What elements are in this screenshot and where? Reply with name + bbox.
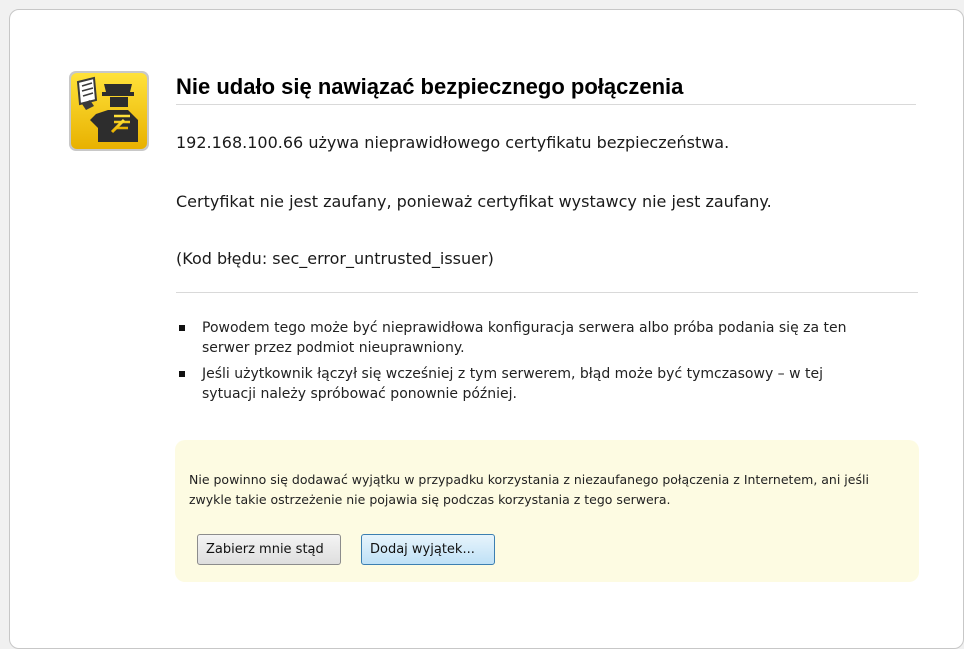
list-item: Jeśli użytkownik łączył się wcześniej z … <box>178 364 878 404</box>
section-divider <box>176 292 918 293</box>
untrusted-reason-message: Certyfikat nie jest zaufany, ponieważ ce… <box>176 192 772 211</box>
bullet-icon <box>179 325 185 331</box>
technical-advisory-panel: Nie powinno się dodawać wyjątku w przypa… <box>175 440 919 582</box>
advisory-text: Nie powinno się dodawać wyjątku w przypa… <box>189 472 869 507</box>
list-item-text: Powodem tego może być nieprawidłowa konf… <box>202 320 847 356</box>
add-exception-button[interactable]: Dodaj wyjątek... <box>361 534 495 565</box>
host-certificate-message: 192.168.100.66 używa nieprawidłowego cer… <box>176 133 730 152</box>
get-me-out-button[interactable]: Zabierz mnie stąd <box>197 534 341 565</box>
explanation-list: Powodem tego może być nieprawidłowa konf… <box>178 318 878 410</box>
browser-page: Nie udało się nawiązać bezpiecznego połą… <box>0 0 964 649</box>
bullet-icon <box>179 371 185 377</box>
error-code: (Kod błędu: sec_error_untrusted_issuer) <box>176 249 494 268</box>
security-officer-warning-icon <box>69 71 149 151</box>
page-title: Nie udało się nawiązać bezpiecznego połą… <box>176 74 916 105</box>
list-item-text: Jeśli użytkownik łączył się wcześniej z … <box>202 366 824 402</box>
list-item: Powodem tego może być nieprawidłowa konf… <box>178 318 878 358</box>
